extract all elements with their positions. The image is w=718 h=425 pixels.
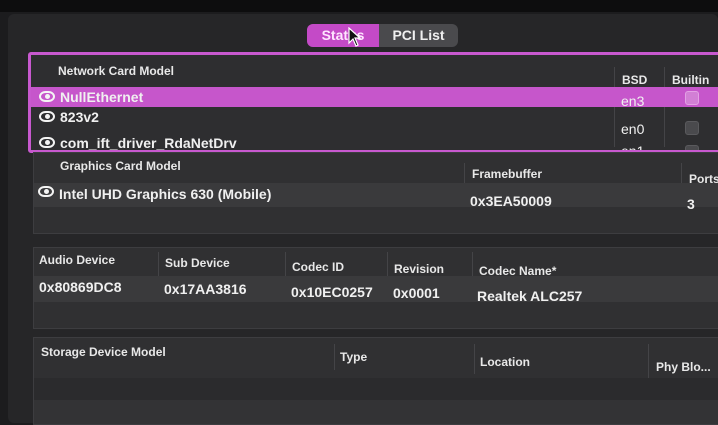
audio-device-panel: Audio Device Sub Device Codec ID Revisio… xyxy=(33,247,718,329)
network-row[interactable]: 823v2 en0 xyxy=(31,107,718,137)
sub-device-cell: 0x17AA3816 xyxy=(164,281,247,297)
column-divider xyxy=(464,163,465,185)
storage-type-header[interactable]: Type xyxy=(340,350,367,364)
storage-empty-row xyxy=(34,400,718,424)
column-divider xyxy=(158,252,159,276)
revision-cell: 0x0001 xyxy=(393,285,440,301)
network-bsd-header[interactable]: BSD xyxy=(622,73,647,87)
mouse-cursor-icon xyxy=(348,27,362,47)
network-model-header[interactable]: Network Card Model xyxy=(58,64,174,78)
network-row[interactable]: com_ift_driver_RdaNetDrv en1 xyxy=(31,129,718,151)
column-divider xyxy=(285,252,286,278)
column-divider xyxy=(474,344,475,374)
network-card-panel: Network Card Model BSD Builtin NullEther… xyxy=(28,52,718,153)
graphics-model-cell: Intel UHD Graphics 630 (Mobile) xyxy=(59,186,272,202)
storage-phy-block-header[interactable]: Phy Blo... xyxy=(656,360,711,374)
network-model-cell: NullEthernet xyxy=(60,89,144,105)
builtin-checkbox[interactable] xyxy=(685,91,699,105)
network-model-cell: com_ift_driver_RdaNetDrv xyxy=(60,135,237,151)
column-divider xyxy=(681,163,682,185)
codec-name-cell: Realtek ALC257 xyxy=(477,288,583,304)
storage-empty-row xyxy=(34,378,718,400)
audio-device-header[interactable]: Audio Device xyxy=(39,253,115,267)
eye-icon xyxy=(39,91,55,102)
storage-location-header[interactable]: Location xyxy=(480,355,530,369)
column-divider xyxy=(334,344,335,370)
graphics-model-header[interactable]: Graphics Card Model xyxy=(60,159,181,173)
tab-pci-list[interactable]: PCI List xyxy=(379,24,458,47)
codec-id-header[interactable]: Codec ID xyxy=(292,260,344,274)
title-bar xyxy=(0,0,718,12)
eye-icon xyxy=(39,137,55,148)
revision-header[interactable]: Revision xyxy=(394,262,444,276)
network-row[interactable]: NullEthernet en3 xyxy=(31,87,718,109)
storage-model-header[interactable]: Storage Device Model xyxy=(41,345,166,359)
sub-device-header[interactable]: Sub Device xyxy=(165,256,230,270)
tab-status[interactable]: Status xyxy=(307,24,379,47)
codec-id-cell: 0x10EC0257 xyxy=(291,284,373,300)
graphics-row[interactable]: Intel UHD Graphics 630 (Mobile) 0x3EA500… xyxy=(34,183,718,212)
storage-device-panel: Storage Device Model Type Location Phy B… xyxy=(33,337,718,425)
framebuffer-header[interactable]: Framebuffer xyxy=(472,167,542,181)
audio-row[interactable]: 0x80869DC8 0x17AA3816 0x10EC0257 0x0001 … xyxy=(34,276,718,304)
ports-cell: 3 xyxy=(687,196,695,212)
network-builtin-header[interactable]: Builtin xyxy=(672,73,709,87)
framebuffer-cell: 0x3EA50009 xyxy=(470,193,552,209)
network-model-cell: 823v2 xyxy=(60,109,99,125)
eye-icon xyxy=(39,111,55,122)
audio-device-cell: 0x80869DC8 xyxy=(39,279,122,295)
graphics-card-panel: Graphics Card Model Framebuffer Ports In… xyxy=(33,152,718,234)
column-divider xyxy=(648,344,649,378)
tab-switcher: Status PCI List xyxy=(307,24,458,47)
eye-icon xyxy=(38,186,54,197)
